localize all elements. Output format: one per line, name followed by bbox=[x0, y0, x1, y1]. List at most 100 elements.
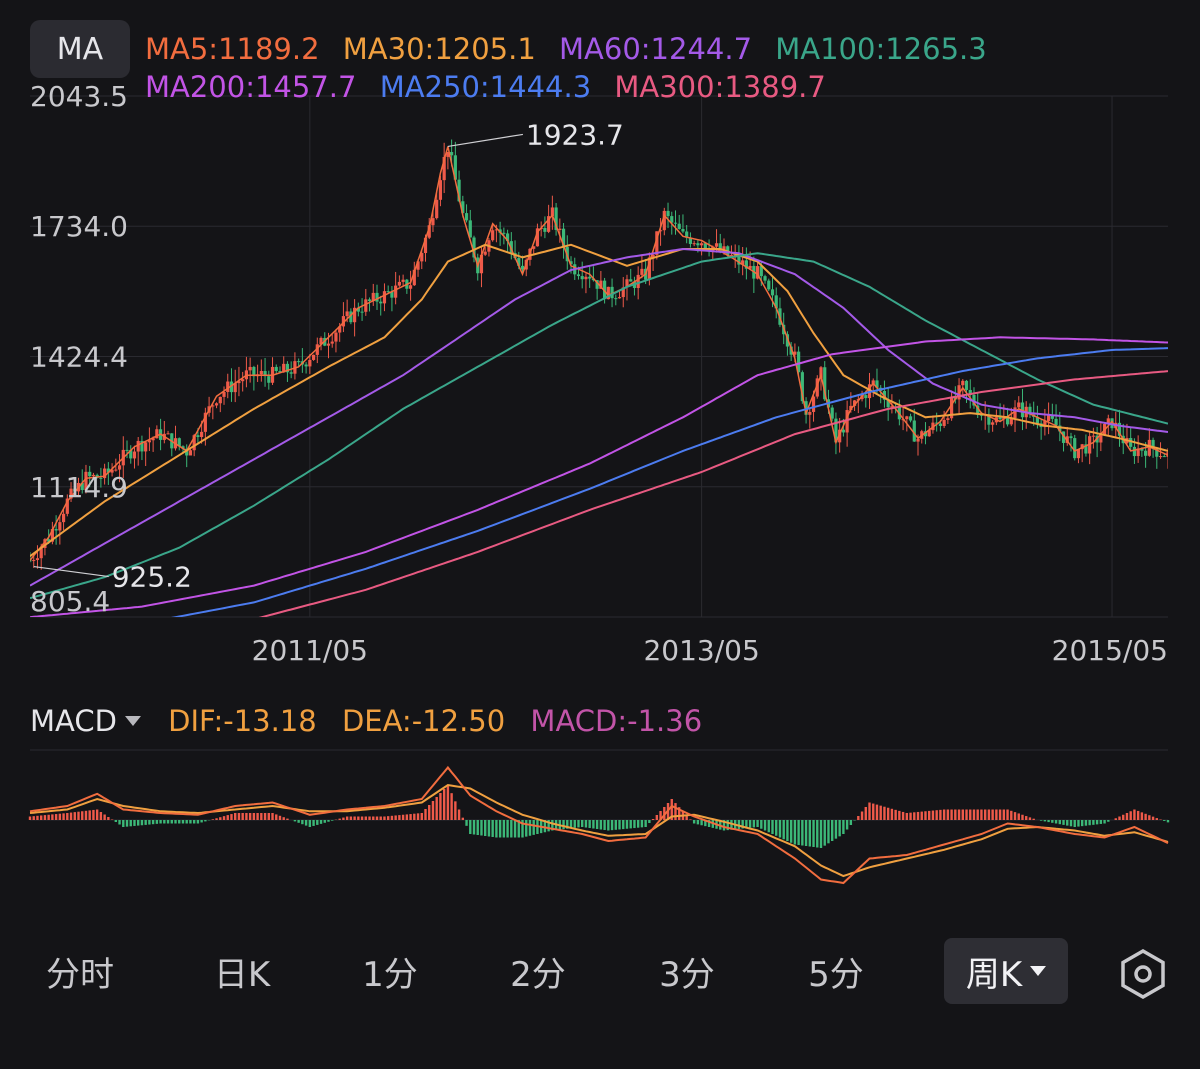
candle-body bbox=[125, 449, 129, 451]
legend-ma200: MA200:1457.7 bbox=[145, 70, 357, 104]
candle-body bbox=[491, 230, 495, 241]
candle-body bbox=[375, 292, 379, 302]
candle-body bbox=[241, 379, 245, 382]
candle-body bbox=[397, 281, 401, 286]
tab-timeshare[interactable]: 分时 bbox=[30, 938, 130, 1004]
macd-header: MACD DIF:-13.18 DEA:-12.50 MACD:-1.36 bbox=[30, 704, 718, 738]
ma-legend-row-2: MA200:1457.7 MA250:1444.3 MA300:1389.7 bbox=[145, 70, 840, 104]
candle-body bbox=[502, 232, 506, 234]
legend-ma250: MA250:1444.3 bbox=[379, 70, 592, 104]
annotation-label: 1923.7 bbox=[526, 118, 624, 151]
x-tick-label: 2011/05 bbox=[252, 634, 368, 667]
candle-body bbox=[196, 435, 200, 438]
legend-ma300: MA300:1389.7 bbox=[614, 70, 826, 104]
candle-body bbox=[401, 279, 405, 282]
candle-body bbox=[673, 222, 678, 224]
dif-line bbox=[29, 765, 1169, 885]
legend-ma30: MA30:1205.1 bbox=[342, 32, 536, 66]
candle-body bbox=[942, 419, 946, 426]
candle-body bbox=[304, 364, 308, 367]
candle-body bbox=[297, 361, 301, 363]
candle-body bbox=[431, 218, 435, 226]
candle-body bbox=[961, 380, 965, 386]
candle-body bbox=[200, 431, 204, 438]
candle-body bbox=[450, 152, 454, 156]
tab-5min[interactable]: 5分 bbox=[786, 938, 886, 1004]
candle-body bbox=[1158, 456, 1163, 458]
y-tick-label: 805.4 bbox=[30, 585, 110, 618]
y-tick-label: 1734.0 bbox=[30, 210, 128, 243]
candle-body bbox=[218, 396, 222, 404]
candle-body bbox=[938, 423, 942, 426]
candle-body bbox=[916, 438, 920, 442]
candle-body bbox=[808, 411, 812, 415]
candle-body bbox=[1091, 435, 1095, 437]
tab-3min[interactable]: 3分 bbox=[637, 938, 737, 1004]
annotation-leader bbox=[33, 565, 109, 578]
candle-body bbox=[382, 291, 387, 304]
candle-body bbox=[864, 395, 868, 399]
candle-body bbox=[222, 392, 226, 397]
candle-body bbox=[770, 289, 775, 296]
tab-label: 5分 bbox=[808, 954, 864, 995]
ma-legend-row-1: MA5:1189.2 MA30:1205.1 MA60:1244.7 MA100… bbox=[145, 32, 1001, 66]
candle-body bbox=[558, 228, 562, 230]
tab-weekly-k[interactable]: 周K bbox=[944, 938, 1068, 1004]
tab-label: 周K bbox=[965, 954, 1023, 995]
candle-body bbox=[259, 370, 263, 375]
candle-body bbox=[576, 274, 581, 277]
candle-body bbox=[681, 228, 685, 232]
candle-body bbox=[617, 297, 622, 299]
plot-area bbox=[30, 139, 1168, 617]
candle-body bbox=[274, 366, 278, 372]
candle-body bbox=[32, 560, 36, 562]
legend-ma100: MA100:1265.3 bbox=[775, 32, 987, 66]
tab-1min[interactable]: 1分 bbox=[340, 938, 440, 1004]
candle-body bbox=[1144, 450, 1148, 456]
tab-2min[interactable]: 2分 bbox=[488, 938, 588, 1004]
tab-label: 3分 bbox=[659, 954, 715, 995]
candle-body bbox=[763, 276, 767, 281]
candle-body bbox=[326, 343, 331, 346]
macd-chart bbox=[28, 749, 1170, 885]
candle-body bbox=[308, 359, 312, 367]
candle-body bbox=[394, 285, 398, 298]
macd-selector[interactable]: MACD bbox=[30, 704, 159, 738]
candle-body bbox=[905, 416, 909, 420]
y-tick-label: 1114.9 bbox=[30, 471, 128, 504]
candle-body bbox=[767, 280, 771, 290]
candle-body bbox=[464, 213, 469, 221]
tab-label: 1分 bbox=[362, 954, 418, 995]
candle-body bbox=[1162, 456, 1166, 458]
tab-label: 分时 bbox=[46, 954, 114, 995]
tab-daily-k[interactable]: 日K bbox=[192, 938, 292, 1004]
annotation-leader bbox=[447, 133, 523, 148]
candle-body bbox=[117, 465, 122, 470]
x-tick-label: 2013/05 bbox=[643, 634, 759, 667]
macd-value: MACD:-1.36 bbox=[530, 704, 703, 738]
ma-line-ma200 bbox=[30, 336, 1168, 617]
candle-body bbox=[188, 450, 193, 456]
candle-body bbox=[58, 522, 62, 531]
ma-indicator-button[interactable]: MA bbox=[30, 20, 130, 78]
candle-body bbox=[584, 276, 588, 280]
ma-line-ma300 bbox=[258, 370, 1168, 617]
legend-ma60: MA60:1244.7 bbox=[559, 32, 753, 66]
candle-body bbox=[248, 366, 252, 371]
candle-body bbox=[830, 407, 834, 419]
caret-down-icon bbox=[1030, 966, 1047, 976]
candle-body bbox=[483, 251, 487, 255]
candle-body bbox=[386, 291, 390, 293]
candle-body bbox=[345, 311, 349, 317]
ma-button-label: MA bbox=[56, 31, 104, 67]
candle-body bbox=[666, 210, 670, 217]
ma-line-ma5 bbox=[30, 146, 1168, 561]
tab-label: 2分 bbox=[510, 954, 566, 995]
settings-icon[interactable] bbox=[1118, 949, 1168, 999]
x-tick-label: 2015/05 bbox=[1052, 634, 1168, 667]
candle-body bbox=[438, 180, 443, 200]
dif-value: DIF:-13.18 bbox=[168, 704, 317, 738]
macd-selector-label: MACD bbox=[30, 704, 117, 738]
candle-body bbox=[54, 529, 58, 531]
candle-body bbox=[166, 433, 170, 435]
